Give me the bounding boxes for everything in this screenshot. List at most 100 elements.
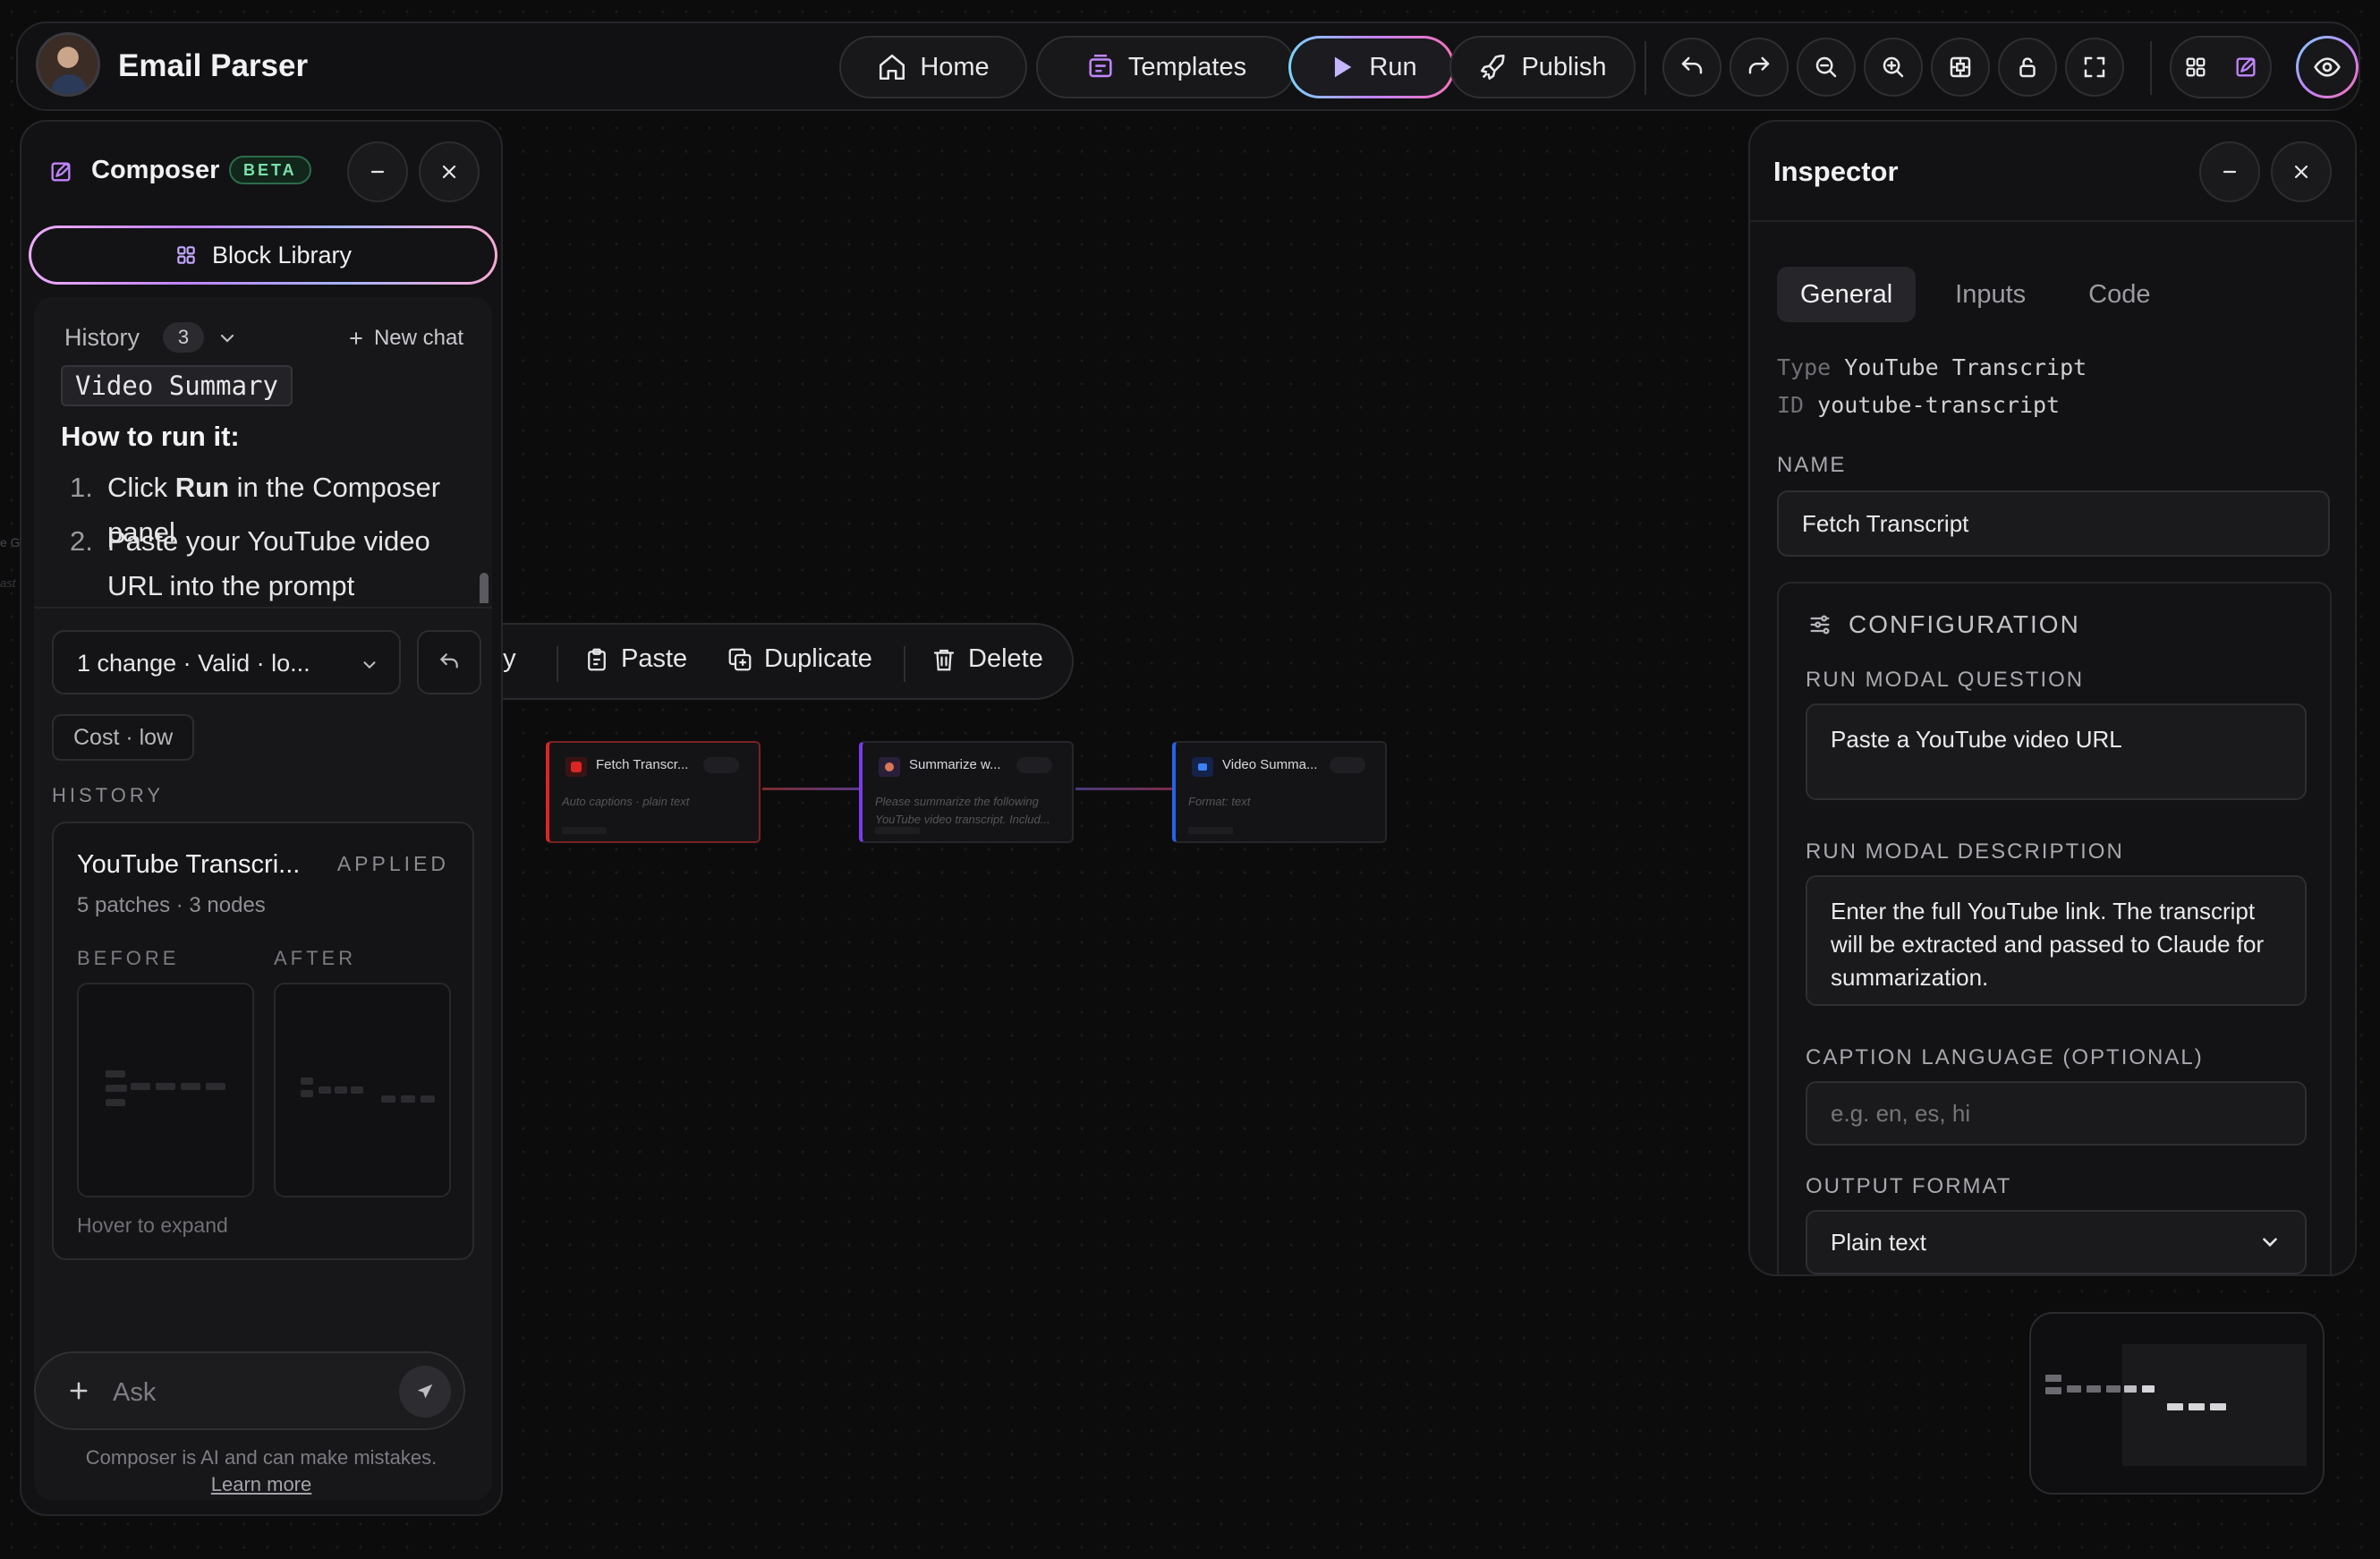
inline-code: Video Summary	[61, 365, 293, 406]
run-modal-question-input[interactable]: Paste a YouTube video URL	[1806, 703, 2307, 800]
ai-model-icon	[879, 757, 900, 777]
type-key: Type	[1777, 354, 1832, 380]
output-format-value: Plain text	[1831, 1228, 1926, 1256]
fit-view-icon	[1950, 56, 1971, 78]
zoom-in-button[interactable]	[1864, 38, 1923, 97]
step-bold-text: Run	[174, 472, 230, 503]
change-summary-text: 1 change · Valid · lo...	[77, 650, 310, 677]
home-button[interactable]: Home	[839, 36, 1027, 98]
toolbar-separator	[557, 646, 558, 682]
id-key: ID	[1777, 392, 1805, 418]
composer-icon	[2236, 57, 2256, 77]
history-card-title: YouTube Transcri...	[77, 850, 301, 879]
lock-icon	[2019, 57, 2036, 78]
change-summary-select[interactable]: 1 change · Valid · lo...	[52, 630, 401, 694]
templates-label: Templates	[1127, 52, 1247, 81]
node-title: Summarize w...	[909, 757, 1001, 772]
block-meta: Type YouTube Transcript ID youtube-trans…	[1777, 349, 2087, 424]
delete-button[interactable]: Delete	[931, 644, 1043, 674]
question-label: RUN MODAL QUESTION	[1806, 668, 2085, 692]
tab-general[interactable]: General	[1777, 267, 1917, 322]
id-value: youtube-transcript	[1817, 392, 2061, 418]
cost-badge: Cost · low	[52, 714, 195, 761]
minimize-button[interactable]	[347, 141, 408, 202]
close-button[interactable]	[419, 141, 480, 202]
workflow-node-summarize[interactable]: Summarize w... Please summarize the foll…	[859, 741, 1074, 843]
node-footer	[562, 827, 607, 834]
configuration-title: CONFIGURATION	[1849, 610, 2080, 638]
run-label: Run	[1369, 52, 1417, 81]
zoom-out-button[interactable]	[1797, 38, 1856, 97]
run-modal-description-input[interactable]: Enter the full YouTube link. The transcr…	[1806, 875, 2307, 1006]
templates-button[interactable]: Templates	[1036, 36, 1296, 98]
revert-button[interactable]	[417, 630, 481, 694]
workflow-node-fetch-transcript[interactable]: Fetch Transcr... Auto captions · plain t…	[546, 741, 761, 843]
plus-icon[interactable]	[66, 1378, 91, 1403]
composer-header: Composer BETA	[21, 122, 501, 220]
lock-button[interactable]	[1998, 38, 2057, 97]
tab-code[interactable]: Code	[2065, 267, 2173, 322]
node-subtitle: Please summarize the following YouTube v…	[875, 795, 1050, 826]
list-text: Paste your YouTube video URL into the pr…	[107, 525, 430, 601]
name-input[interactable]	[1777, 490, 2330, 557]
before-label: BEFORE	[77, 947, 180, 969]
node-footer	[1188, 827, 1233, 834]
toolbar-divider	[1645, 41, 1646, 95]
selection-toolbar: py Paste Duplicate Delete	[465, 623, 1074, 700]
learn-more-link[interactable]: Learn more	[211, 1473, 312, 1495]
minimize-button[interactable]	[2199, 141, 2260, 202]
fullscreen-button[interactable]	[2065, 38, 2124, 97]
paste-label: Paste	[621, 644, 688, 673]
disclaimer: Composer is AI and can make mistakes. Le…	[21, 1444, 501, 1498]
undo-icon	[440, 653, 458, 669]
toolbar-separator	[904, 646, 905, 682]
offscreen-node-fragment: ast	[0, 576, 16, 590]
plus-icon	[350, 332, 362, 345]
fit-view-button[interactable]	[1931, 38, 1990, 97]
undo-icon	[1681, 56, 1703, 74]
minimap[interactable]	[2029, 1312, 2325, 1495]
configuration-header: CONFIGURATION	[1807, 610, 2080, 639]
send-button[interactable]	[399, 1366, 451, 1418]
node-title: Video Summa...	[1222, 757, 1318, 772]
history-dropdown[interactable]: History	[64, 324, 140, 352]
status-badge: APPLIED	[336, 852, 449, 875]
output-format-select[interactable]: Plain text	[1806, 1210, 2307, 1274]
node-subtitle: Format: text	[1188, 795, 1251, 808]
trash-icon	[933, 649, 955, 670]
close-button[interactable]	[2271, 141, 2332, 202]
scrollbar-thumb[interactable]	[480, 573, 489, 603]
node-footer	[875, 827, 920, 834]
block-library-button[interactable]: Block Library	[29, 226, 497, 285]
duplicate-button[interactable]: Duplicate	[727, 644, 872, 674]
send-icon	[417, 1384, 433, 1399]
composer-toggle[interactable]	[2231, 52, 2261, 82]
user-avatar[interactable]	[36, 32, 100, 97]
before-thumbnail[interactable]	[77, 983, 254, 1197]
workflow-node-video-summary[interactable]: Video Summa... Format: text	[1172, 741, 1387, 843]
divider	[1750, 220, 2355, 222]
preview-button[interactable]	[2296, 36, 2359, 98]
message-heading: How to run it:	[61, 421, 240, 452]
message-thread: Video Summary How to run it: 1. Click Ru…	[34, 365, 492, 603]
chevron-down-icon[interactable]	[217, 328, 238, 349]
new-chat-button[interactable]: New chat	[347, 326, 463, 351]
tab-inputs[interactable]: Inputs	[1932, 267, 2049, 322]
paste-button[interactable]: Paste	[583, 644, 687, 674]
after-thumbnail[interactable]	[274, 983, 451, 1197]
block-library-toggle[interactable]	[2180, 52, 2211, 82]
undo-button[interactable]	[1662, 38, 1721, 97]
redo-icon	[1748, 56, 1770, 74]
chat-input-bar	[34, 1351, 465, 1430]
home-icon	[880, 54, 905, 81]
composer-icon	[51, 162, 71, 182]
redo-button[interactable]	[1730, 38, 1789, 97]
caption-language-input[interactable]	[1806, 1081, 2307, 1146]
run-button[interactable]: Run	[1288, 36, 1455, 98]
output-format-label: OUTPUT FORMAT	[1806, 1174, 2012, 1198]
publish-button[interactable]: Publish	[1449, 36, 1636, 98]
ask-input[interactable]	[113, 1373, 363, 1412]
type-value: YouTube Transcript	[1844, 354, 2087, 380]
history-card[interactable]: YouTube Transcri... APPLIED 5 patches · …	[52, 822, 474, 1260]
rocket-icon	[1481, 54, 1506, 81]
